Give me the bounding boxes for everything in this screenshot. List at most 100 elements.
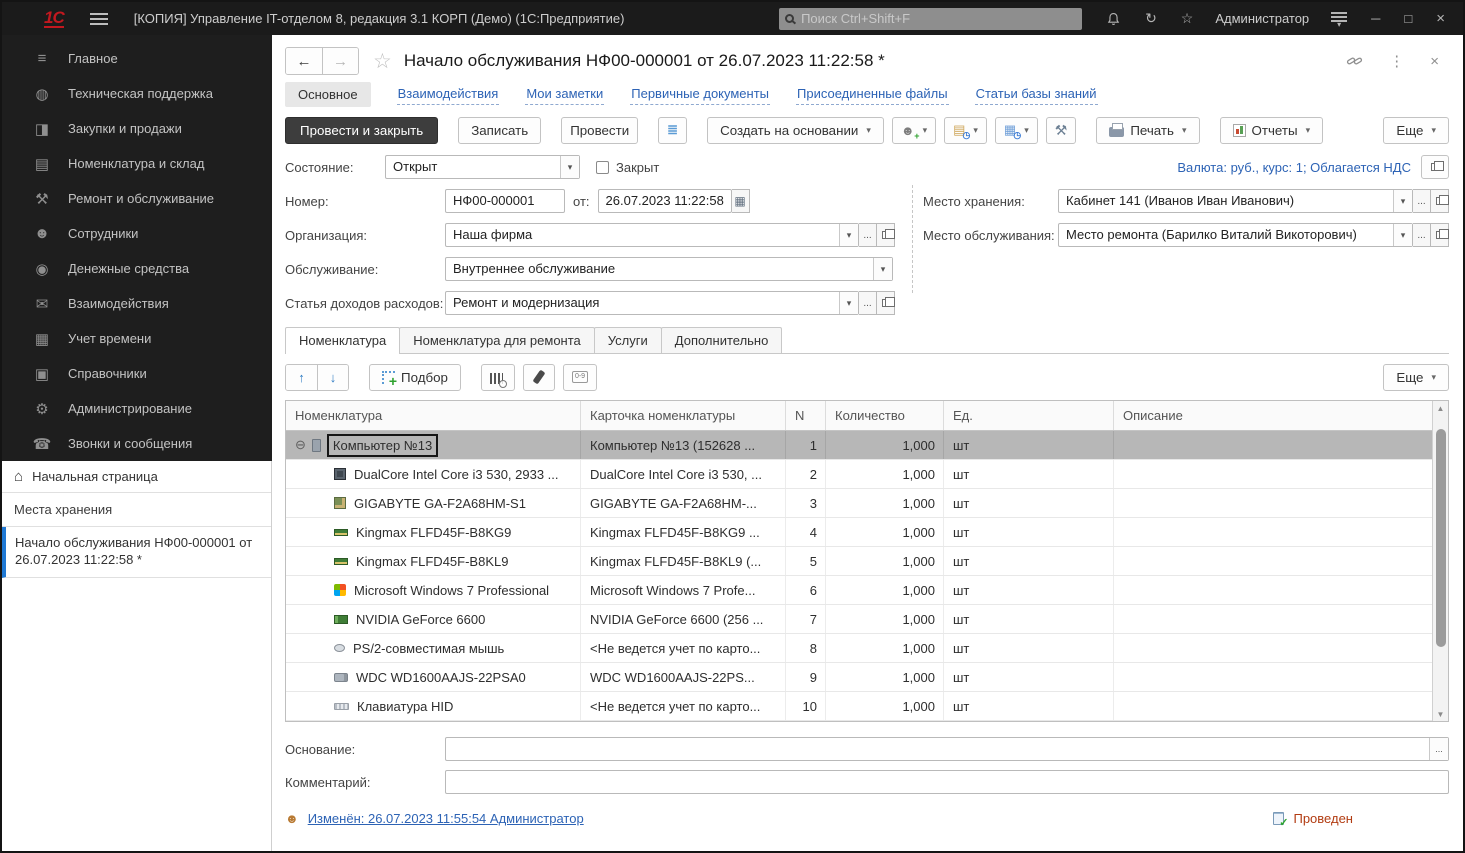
service-tools-button[interactable]: ⚒ bbox=[1045, 116, 1077, 144]
column-header[interactable]: N bbox=[786, 401, 826, 430]
sidebar-item[interactable]: ◉ Денежные средства bbox=[2, 251, 272, 286]
service-place-field[interactable]: Место ремонта (Барилко Виталий Викоторов… bbox=[1058, 223, 1413, 247]
document-nav-tab[interactable]: Основное bbox=[285, 81, 371, 107]
closed-checkbox[interactable] bbox=[596, 160, 609, 174]
post-button[interactable]: Провести bbox=[561, 116, 639, 144]
enter-barcode-button[interactable]: 0-9 bbox=[562, 363, 598, 391]
sidebar-open-document[interactable]: Начало обслуживания НФ00-000001 от 26.07… bbox=[2, 527, 271, 578]
more-button[interactable]: Еще ▾ bbox=[1383, 116, 1449, 144]
modified-history-link[interactable]: Изменён: 26.07.2023 11:55:54 Администрат… bbox=[308, 811, 584, 826]
pick-items-button[interactable]: + Подбор bbox=[369, 363, 461, 391]
more-kebab-icon[interactable]: ⋮ bbox=[1389, 52, 1404, 70]
income-item-choose-button[interactable]: ... bbox=[859, 291, 877, 315]
document-nav-tab[interactable]: Взаимодействия bbox=[396, 83, 500, 105]
sidebar-item[interactable]: ⚙ Администрирование bbox=[2, 391, 272, 426]
history-icon[interactable]: ↻ bbox=[1145, 10, 1157, 27]
chevron-down-icon[interactable]: ▾ bbox=[873, 258, 892, 280]
reports-button[interactable]: Отчеты ▾ bbox=[1219, 116, 1324, 144]
column-header[interactable]: Номенклатура bbox=[286, 401, 581, 430]
post-and-close-button[interactable]: Провести и закрыть bbox=[285, 116, 439, 144]
chevron-down-icon[interactable]: ▾ bbox=[839, 224, 858, 246]
document-movements-button[interactable]: ≣ bbox=[658, 116, 688, 144]
close-window-button[interactable]: × bbox=[1436, 10, 1445, 27]
comment-field[interactable] bbox=[445, 770, 1449, 794]
global-search-input[interactable]: Поиск Ctrl+Shift+F bbox=[779, 7, 1083, 30]
income-item-open-button[interactable] bbox=[877, 291, 895, 315]
table-row[interactable]: ⊖ Компьютер №13 Компьютер №13 (152628 ..… bbox=[286, 431, 1432, 460]
write-button[interactable]: Записать bbox=[458, 116, 542, 144]
state-combobox[interactable]: Открыт ▾ bbox=[385, 155, 580, 179]
date-input[interactable]: 26.07.2023 11:22:58 bbox=[597, 189, 732, 213]
assign-responsible-button[interactable]: ☻ + ▾ bbox=[891, 116, 937, 144]
notifications-bell-icon[interactable] bbox=[1106, 11, 1121, 27]
currency-open-button[interactable] bbox=[1421, 155, 1449, 179]
calendar-button[interactable]: ▦ bbox=[731, 189, 750, 213]
table-row[interactable]: Kingmax FLFD45F-B8KL9 Kingmax FLFD45F-B8… bbox=[286, 547, 1432, 576]
document-nav-tab[interactable]: Первичные документы bbox=[630, 83, 771, 105]
minimize-button[interactable]: ─ bbox=[1371, 11, 1380, 26]
table-row[interactable]: DualCore Intel Core i3 530, 2933 ... Dua… bbox=[286, 460, 1432, 489]
organization-choose-button[interactable]: ... bbox=[859, 223, 877, 247]
income-expense-item-field[interactable]: Ремонт и модернизация ▾ bbox=[445, 291, 859, 315]
move-row-down-button[interactable]: ↓ bbox=[317, 364, 348, 390]
document-nav-tab[interactable]: Мои заметки bbox=[525, 83, 605, 105]
sidebar-item[interactable]: ▤ Номенклатура и склад bbox=[2, 146, 272, 181]
column-header[interactable]: Карточка номенклатуры bbox=[581, 401, 786, 430]
table-row[interactable]: Клавиатура HID <Не ведется учет по карто… bbox=[286, 692, 1432, 721]
sidebar-item[interactable]: ☻ Сотрудники bbox=[2, 216, 272, 251]
expand-toggle-icon[interactable]: ⊖ bbox=[295, 437, 306, 453]
current-user[interactable]: Администратор bbox=[1215, 11, 1309, 26]
sidebar-item[interactable]: ▦ Учет времени bbox=[2, 321, 272, 356]
basis-field[interactable]: ... bbox=[445, 737, 1449, 761]
service-place-open-button[interactable] bbox=[1431, 223, 1449, 247]
storage-place-open-button[interactable] bbox=[1431, 189, 1449, 213]
column-header[interactable]: Количество bbox=[826, 401, 944, 430]
create-on-basis-button[interactable]: Создать на основании ▾ bbox=[707, 116, 884, 144]
service-type-combobox[interactable]: Внутреннее обслуживание ▾ bbox=[445, 257, 893, 281]
sidebar-item[interactable]: ◍ Техническая поддержка bbox=[2, 76, 272, 111]
table-row[interactable]: WDC WD1600AAJS-22PSA0 WDC WD1600AAJS-22P… bbox=[286, 663, 1432, 692]
favorites-star-icon[interactable]: ☆ bbox=[1181, 10, 1194, 27]
sidebar-item-storage-places[interactable]: Места хранения bbox=[2, 493, 271, 527]
table-scrollbar[interactable]: ▲ ▼ bbox=[1432, 401, 1448, 721]
document-tasks-button[interactable]: ▤ ◷ ▾ bbox=[944, 116, 987, 144]
basis-choose-button[interactable]: ... bbox=[1429, 738, 1448, 760]
sidebar-item[interactable]: ✉ Взаимодействия bbox=[2, 286, 272, 321]
close-document-icon[interactable]: × bbox=[1430, 53, 1439, 70]
reminders-button[interactable]: ▦ ◷ ▾ bbox=[994, 116, 1038, 144]
sidebar-item-home-page[interactable]: ⌂ Начальная страница bbox=[2, 461, 271, 493]
table-row[interactable]: NVIDIA GeForce 6600 NVIDIA GeForce 6600 … bbox=[286, 605, 1432, 634]
get-link-icon[interactable] bbox=[1346, 53, 1363, 69]
chevron-down-icon[interactable]: ▾ bbox=[560, 156, 579, 178]
table-part-tab[interactable]: Номенклатура bbox=[285, 327, 401, 354]
table-more-button[interactable]: Еще ▾ bbox=[1383, 363, 1449, 391]
chevron-down-icon[interactable]: ▾ bbox=[1393, 224, 1412, 246]
document-nav-tab[interactable]: Статьи базы знаний bbox=[974, 83, 1098, 105]
sidebar-item[interactable]: ▣ Справочники bbox=[2, 356, 272, 391]
print-button[interactable]: Печать ▾ bbox=[1096, 116, 1200, 144]
column-header[interactable]: Описание bbox=[1114, 401, 1432, 430]
maximize-button[interactable]: □ bbox=[1404, 11, 1412, 26]
number-input[interactable]: НФ00-000001 bbox=[445, 189, 565, 213]
service-menu-icon[interactable]: ▾ bbox=[1331, 11, 1348, 28]
currency-settings-link[interactable]: Валюта: руб., курс: 1; Облагается НДС bbox=[1177, 160, 1411, 175]
column-header[interactable]: Ед. bbox=[944, 401, 1114, 430]
service-place-choose-button[interactable]: ... bbox=[1413, 223, 1431, 247]
barcode-scanner-button[interactable] bbox=[522, 363, 555, 391]
sidebar-item[interactable]: ≡ Главное bbox=[2, 41, 272, 76]
table-row[interactable]: Kingmax FLFD45F-B8KG9 Kingmax FLFD45F-B8… bbox=[286, 518, 1432, 547]
back-button[interactable]: ← bbox=[286, 48, 322, 74]
document-nav-tab[interactable]: Присоединенные файлы bbox=[796, 83, 949, 105]
organization-open-button[interactable] bbox=[877, 223, 895, 247]
scrollbar-track[interactable] bbox=[1435, 415, 1446, 707]
scroll-down-icon[interactable]: ▼ bbox=[1437, 707, 1445, 721]
barcode-search-button[interactable] bbox=[480, 363, 515, 391]
storage-place-choose-button[interactable]: ... bbox=[1413, 189, 1431, 213]
forward-button[interactable]: → bbox=[322, 48, 358, 74]
table-row[interactable]: Microsoft Windows 7 Professional Microso… bbox=[286, 576, 1432, 605]
table-row[interactable]: GIGABYTE GA-F2A68HM-S1 GIGABYTE GA-F2A68… bbox=[286, 489, 1432, 518]
hamburger-menu-icon[interactable] bbox=[89, 12, 108, 25]
table-row[interactable]: PS/2-совместимая мышь <Не ведется учет п… bbox=[286, 634, 1432, 663]
table-part-tab[interactable]: Номенклатура для ремонта bbox=[399, 327, 595, 353]
sidebar-item[interactable]: ☎ Звонки и сообщения bbox=[2, 426, 272, 461]
